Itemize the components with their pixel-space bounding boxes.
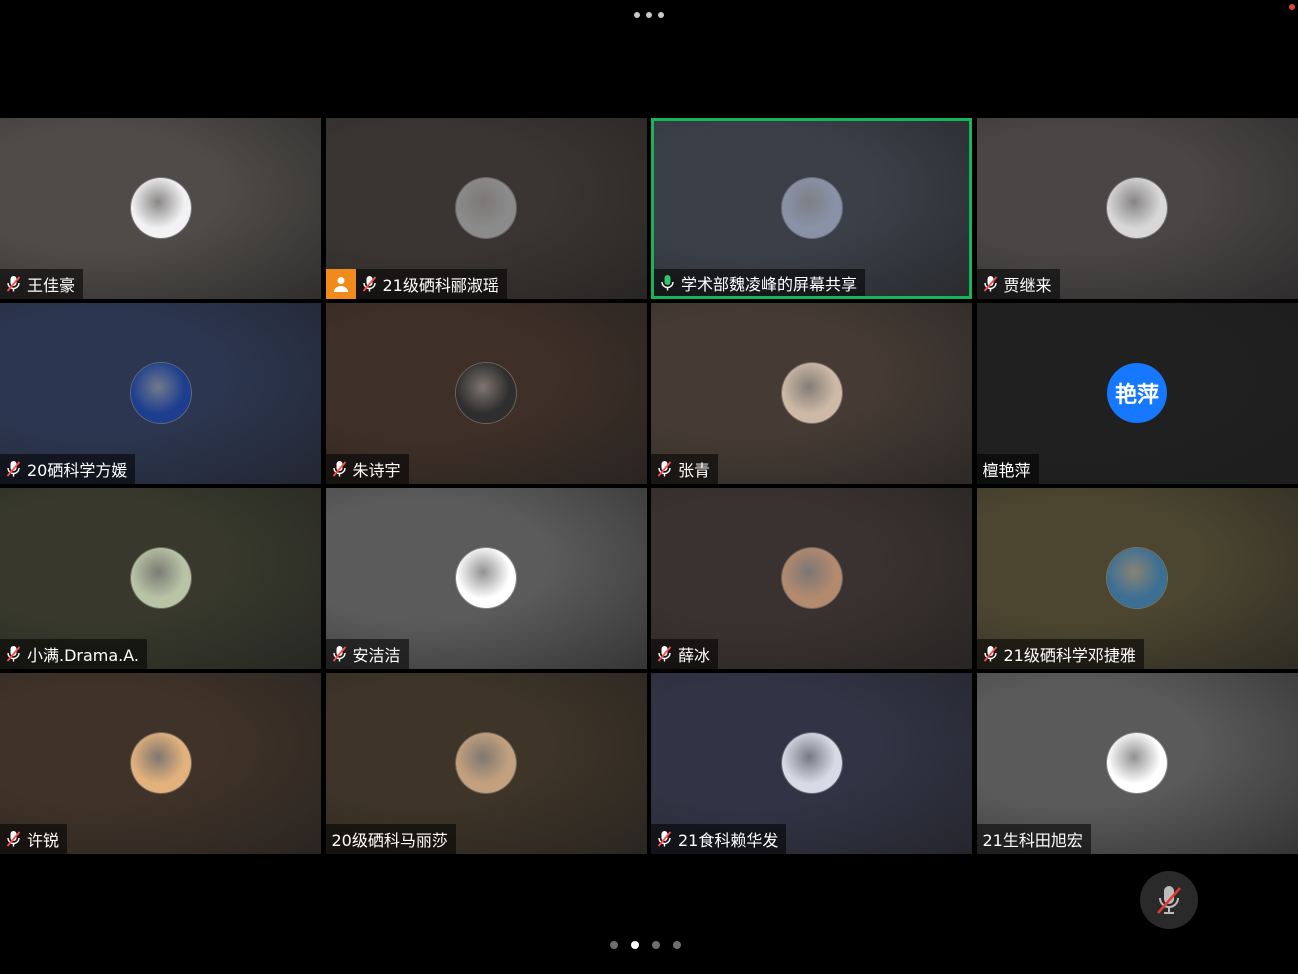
mic-muted-icon <box>6 275 21 293</box>
avatar <box>456 733 516 793</box>
avatar <box>1107 548 1167 608</box>
mic-muted-icon <box>983 275 998 293</box>
avatar <box>1107 733 1167 793</box>
avatar <box>130 178 191 238</box>
ellipsis-dot <box>646 12 652 18</box>
avatar <box>781 363 842 423</box>
page-dot[interactable] <box>631 941 639 949</box>
avatar <box>130 733 191 793</box>
participant-nameplate: 20硒科学方媛 <box>0 454 136 484</box>
mic-muted-icon <box>657 830 672 848</box>
participant-tile[interactable]: 21生科田旭宏 <box>976 673 1298 854</box>
participant-name: 20级硒科马丽莎 <box>331 831 448 850</box>
page-indicator <box>610 941 681 949</box>
avatar <box>456 548 516 608</box>
mic-muted-icon <box>332 645 347 663</box>
avatar <box>781 733 842 793</box>
participant-nameplate: 王佳豪 <box>0 269 84 299</box>
participant-nameplate: 21级硒科郦淑瑶 <box>355 269 507 299</box>
mic-muted-icon <box>657 460 672 478</box>
recording-indicator <box>1289 4 1295 10</box>
avatar <box>781 548 842 608</box>
participant-name: 21级硒科郦淑瑶 <box>382 276 499 295</box>
participant-tile[interactable]: 许锐 <box>0 673 321 854</box>
participant-name: 檀艳萍 <box>982 461 1031 480</box>
mic-muted-icon <box>983 645 998 663</box>
participant-tile[interactable]: 21级硒科郦淑瑶 <box>325 118 647 299</box>
mic-off-icon <box>1157 886 1181 914</box>
participant-name: 朱诗宇 <box>352 461 401 480</box>
avatar <box>781 178 842 238</box>
participant-tile[interactable]: 朱诗宇 <box>325 303 647 484</box>
avatar-initials: 艳萍 <box>1107 363 1167 423</box>
participant-tile[interactable]: 安洁洁 <box>325 488 647 669</box>
person-icon <box>333 277 348 292</box>
participant-name: 贾继来 <box>1003 276 1052 295</box>
participant-nameplate: 21级硒科学邓捷雅 <box>976 639 1144 669</box>
participant-name: 薛冰 <box>678 646 711 665</box>
participant-tile[interactable]: 王佳豪 <box>0 118 321 299</box>
participant-name: 小满.Drama.A. <box>27 646 140 665</box>
participant-tile[interactable]: 20硒科学方媛 <box>0 303 321 484</box>
ellipsis-icon <box>634 12 640 18</box>
participant-tile[interactable]: 艳萍檀艳萍 <box>976 303 1298 484</box>
participant-tile[interactable]: 贾继来 <box>976 118 1298 299</box>
participant-name: 21级硒科学邓捷雅 <box>1003 646 1136 665</box>
participant-nameplate: 贾继来 <box>976 269 1060 299</box>
participant-tile[interactable]: 21级硒科学邓捷雅 <box>976 488 1298 669</box>
ellipsis-dot <box>658 12 664 18</box>
participant-name: 21生科田旭宏 <box>982 831 1083 850</box>
participant-nameplate: 薛冰 <box>651 639 719 669</box>
more-options-button[interactable] <box>634 10 664 20</box>
participant-tile[interactable]: 20级硒科马丽莎 <box>325 673 647 854</box>
avatar <box>1107 178 1167 238</box>
page-dot[interactable] <box>652 941 660 949</box>
page-dot[interactable] <box>673 941 681 949</box>
participant-nameplate: 安洁洁 <box>325 639 409 669</box>
participant-nameplate: 20级硒科马丽莎 <box>325 824 456 854</box>
mic-muted-icon <box>6 645 21 663</box>
participant-nameplate: 21食科赖华发 <box>651 824 787 854</box>
participant-name: 安洁洁 <box>352 646 401 665</box>
avatar <box>456 363 516 423</box>
participant-nameplate: 学术部魏凌峰的屏幕共享 <box>654 269 866 296</box>
participant-tile[interactable]: 薛冰 <box>651 488 972 669</box>
participant-name: 20硒科学方媛 <box>27 461 128 480</box>
participant-nameplate: 小满.Drama.A. <box>0 639 148 669</box>
participant-name: 学术部魏凌峰的屏幕共享 <box>681 274 858 294</box>
mic-on-icon <box>660 274 675 292</box>
participant-nameplate: 朱诗宇 <box>325 454 409 484</box>
avatar <box>130 363 191 423</box>
participant-name: 许锐 <box>27 831 60 850</box>
participant-nameplate: 张青 <box>651 454 719 484</box>
participant-name: 21食科赖华发 <box>678 831 779 850</box>
participant-nameplate: 21生科田旭宏 <box>976 824 1091 854</box>
participant-name: 王佳豪 <box>27 276 76 295</box>
participant-nameplate: 檀艳萍 <box>976 454 1039 484</box>
mic-muted-icon <box>6 830 21 848</box>
participant-tile[interactable]: 21食科赖华发 <box>651 673 972 854</box>
participant-tile[interactable]: 学术部魏凌峰的屏幕共享 <box>651 118 972 299</box>
page-dot[interactable] <box>610 941 618 949</box>
mic-muted-icon <box>657 645 672 663</box>
participant-name: 张青 <box>678 461 711 480</box>
mic-muted-icon <box>332 460 347 478</box>
avatar <box>130 548 191 608</box>
participant-nameplate: 许锐 <box>0 824 68 854</box>
mute-toggle-button[interactable] <box>1140 871 1198 929</box>
participant-tile[interactable]: 小满.Drama.A. <box>0 488 321 669</box>
mic-muted-icon <box>362 275 377 293</box>
avatar <box>456 178 516 238</box>
participant-grid: 王佳豪 21级硒科郦淑瑶 学术部魏凌峰的屏幕共享 贾继来 20硒科学方媛 朱诗宇 张青 艳萍檀… <box>0 118 1298 855</box>
participant-tile[interactable]: 张青 <box>651 303 972 484</box>
mic-muted-icon <box>6 460 21 478</box>
host-badge <box>325 269 356 299</box>
